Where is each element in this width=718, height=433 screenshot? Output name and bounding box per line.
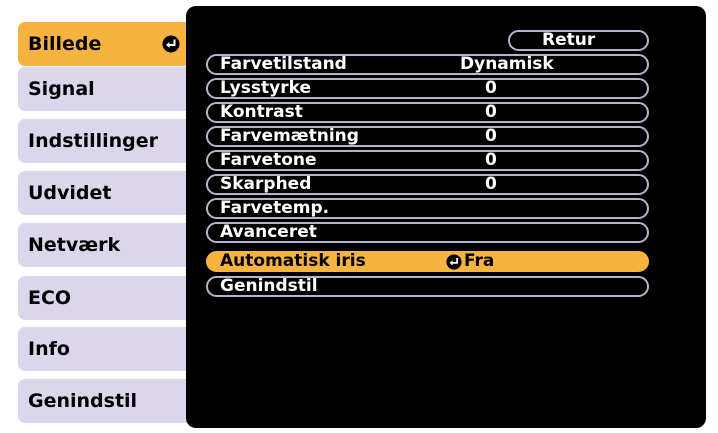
- enter-icon: [446, 254, 462, 270]
- row-label: Farvemætning: [220, 126, 359, 146]
- sidebar-item-label: Udvidet: [28, 182, 112, 204]
- menu-row-skarphed[interactable]: Skarphed 0: [206, 174, 649, 195]
- enter-icon: [162, 35, 180, 53]
- row-label: Lysstyrke: [220, 78, 311, 98]
- menu-row-farvetilstand[interactable]: Farvetilstand Dynamisk: [206, 54, 649, 75]
- row-label: Skarphed: [220, 174, 312, 194]
- settings-panel: Retur Farvetilstand Dynamisk Lysstyrke 0…: [186, 6, 706, 428]
- row-value: Dynamisk: [460, 54, 554, 74]
- row-value: 0: [485, 150, 497, 170]
- row-value: 0: [485, 174, 497, 194]
- menu-row-genindstil[interactable]: Genindstil: [206, 276, 649, 297]
- menu-row-kontrast[interactable]: Kontrast 0: [206, 102, 649, 123]
- menu-row-avanceret[interactable]: Avanceret: [206, 222, 649, 243]
- menu-row-automatisk-iris[interactable]: Automatisk iris Fra: [206, 251, 649, 272]
- row-value: 0: [485, 102, 497, 122]
- row-label: Farvetemp.: [220, 198, 330, 218]
- sidebar-item-label: ECO: [28, 287, 72, 309]
- menu-row-lysstyrke[interactable]: Lysstyrke 0: [206, 78, 649, 99]
- sidebar-item-info[interactable]: Info: [18, 327, 198, 371]
- return-label: Retur: [542, 30, 596, 50]
- sidebar-item-indstillinger[interactable]: Indstillinger: [18, 119, 198, 163]
- row-label: Genindstil: [220, 276, 318, 296]
- menu-row-farvetone[interactable]: Farvetone 0: [206, 150, 649, 171]
- sidebar-item-label: Genindstil: [28, 390, 138, 412]
- sidebar-item-signal[interactable]: Signal: [18, 67, 198, 111]
- sidebar-item-udvidet[interactable]: Udvidet: [18, 171, 198, 215]
- sidebar-item-label: Indstillinger: [28, 130, 159, 152]
- sidebar-item-eco[interactable]: ECO: [18, 276, 198, 320]
- sidebar-item-label: Info: [28, 338, 70, 360]
- row-label: Farvetilstand: [220, 54, 347, 74]
- row-label: Kontrast: [220, 102, 303, 122]
- menu-row-farvemaetning[interactable]: Farvemætning 0: [206, 126, 649, 147]
- sidebar-item-label: Signal: [28, 78, 95, 100]
- row-label: Farvetone: [220, 150, 317, 170]
- sidebar-item-genindstil[interactable]: Genindstil: [18, 379, 198, 423]
- row-label: Automatisk iris: [220, 251, 366, 271]
- sidebar-item-netvaerk[interactable]: Netværk: [18, 223, 198, 267]
- row-value: 0: [485, 78, 497, 98]
- sidebar-item-label: Billede: [28, 33, 102, 55]
- menu-row-farvetemp[interactable]: Farvetemp.: [206, 198, 649, 219]
- row-value: Fra: [464, 251, 495, 271]
- return-button[interactable]: Retur: [508, 30, 649, 51]
- row-label: Avanceret: [220, 222, 317, 242]
- sidebar-item-label: Netværk: [28, 234, 121, 256]
- row-value: 0: [485, 126, 497, 146]
- sidebar-item-billede[interactable]: Billede: [18, 22, 198, 66]
